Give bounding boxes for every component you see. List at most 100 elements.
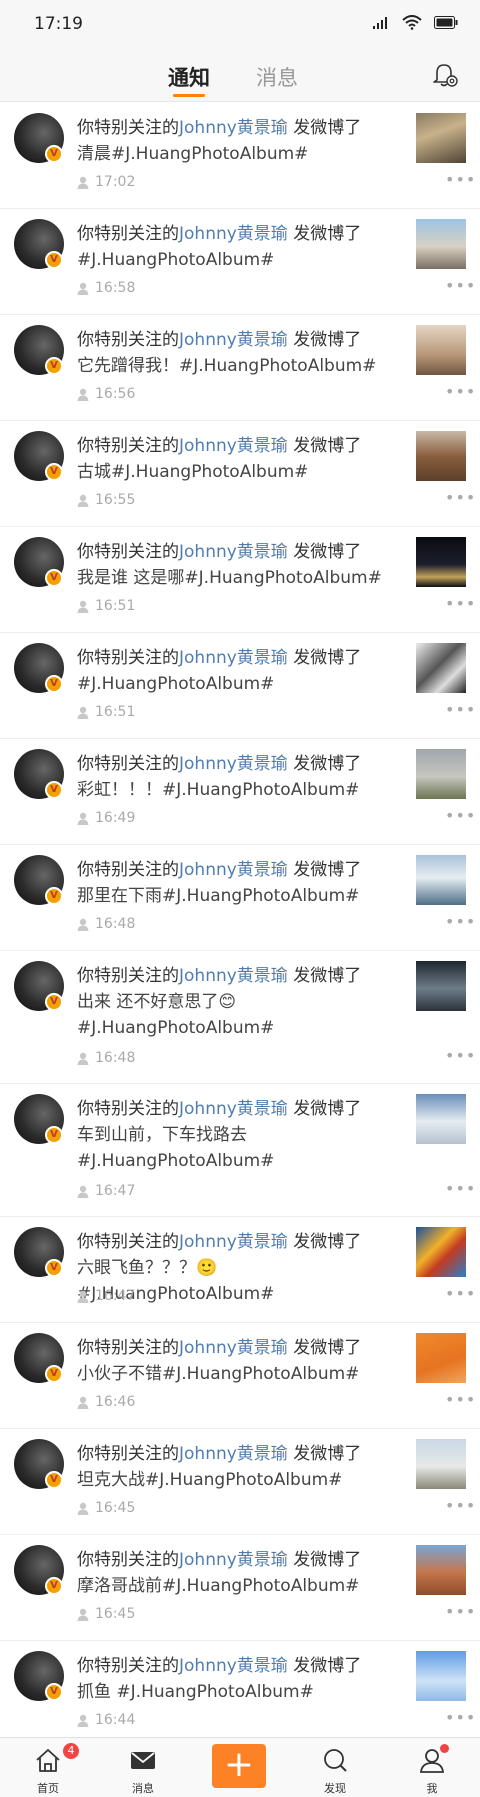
notification-suffix: 发微博了	[287, 542, 362, 562]
tab-discover[interactable]: 发现	[295, 1738, 375, 1797]
username-link[interactable]: Johnny黄景瑜	[179, 1232, 288, 1252]
post-text[interactable]: 小伙子不错#J.HuangPhotoAlbum#	[77, 1361, 382, 1387]
notification-item[interactable]: V 你特别关注的Johnny黄景瑜 发微博了 摩洛哥战前#J.HuangPhot…	[0, 1535, 480, 1641]
more-options-icon[interactable]: •••	[445, 912, 476, 931]
more-options-icon[interactable]: •••	[445, 1496, 476, 1515]
notification-item[interactable]: V 你特别关注的Johnny黄景瑜 发微博了 它先蹭得我！#J.HuangPho…	[0, 315, 480, 421]
username-link[interactable]: Johnny黄景瑜	[179, 966, 288, 986]
username-link[interactable]: Johnny黄景瑜	[179, 118, 288, 138]
username-link[interactable]: Johnny黄景瑜	[179, 436, 288, 456]
verified-badge-icon: V	[45, 463, 63, 481]
post-thumbnail[interactable]	[416, 961, 466, 1011]
more-options-icon[interactable]: •••	[445, 1284, 476, 1303]
notification-item[interactable]: V 你特别关注的Johnny黄景瑜 发微博了 坦克大战#J.HuangPhoto…	[0, 1429, 480, 1535]
post-text[interactable]: 清晨#J.HuangPhotoAlbum#	[77, 141, 382, 167]
more-options-icon[interactable]: •••	[445, 1708, 476, 1727]
post-thumbnail[interactable]	[416, 1333, 466, 1383]
post-text[interactable]: 抓鱼 #J.HuangPhotoAlbum#	[77, 1679, 382, 1705]
username-link[interactable]: Johnny黄景瑜	[179, 754, 288, 774]
post-text[interactable]: 那里在下雨#J.HuangPhotoAlbum#	[77, 883, 382, 909]
post-text[interactable]: #J.HuangPhotoAlbum#	[77, 671, 382, 697]
post-meta: 16:47	[77, 1288, 135, 1304]
notification-item[interactable]: V 你特别关注的Johnny黄景瑜 发微博了 彩虹！！！#J.HuangPhot…	[0, 739, 480, 845]
more-options-icon[interactable]: •••	[445, 1046, 476, 1065]
verified-badge-icon: V	[45, 1259, 63, 1277]
compose-button[interactable]: +	[212, 1744, 266, 1788]
post-meta: 16:55	[77, 492, 135, 508]
post-thumbnail[interactable]	[416, 855, 466, 905]
username-link[interactable]: Johnny黄景瑜	[179, 330, 288, 350]
username-link[interactable]: Johnny黄景瑜	[179, 1338, 288, 1358]
post-thumbnail[interactable]	[416, 1651, 466, 1701]
more-options-icon[interactable]: •••	[445, 700, 476, 719]
status-time: 17:19	[34, 14, 83, 34]
post-text[interactable]: 车到山前，下车找路去 #J.HuangPhotoAlbum#	[77, 1122, 382, 1174]
post-text[interactable]: 古城#J.HuangPhotoAlbum#	[77, 459, 382, 485]
post-text[interactable]: #J.HuangPhotoAlbum#	[77, 247, 382, 273]
tab-messages[interactable]: 消息	[256, 62, 298, 92]
more-options-icon[interactable]: •••	[445, 170, 476, 189]
more-options-icon[interactable]: •••	[445, 276, 476, 295]
post-thumbnail[interactable]	[416, 643, 466, 693]
username-link[interactable]: Johnny黄景瑜	[179, 542, 288, 562]
post-thumbnail[interactable]	[416, 113, 466, 163]
post-thumbnail[interactable]	[416, 431, 466, 481]
post-text[interactable]: 彩虹！！！#J.HuangPhotoAlbum#	[77, 777, 382, 803]
username-link[interactable]: Johnny黄景瑜	[179, 860, 288, 880]
post-time: 16:58	[95, 280, 136, 296]
username-link[interactable]: Johnny黄景瑜	[179, 224, 288, 244]
more-options-icon[interactable]: •••	[445, 488, 476, 507]
more-options-icon[interactable]: •••	[445, 594, 476, 613]
username-link[interactable]: Johnny黄景瑜	[179, 1444, 288, 1464]
tab-messages-label: 消息	[132, 1782, 154, 1795]
post-thumbnail[interactable]	[416, 219, 466, 269]
tab-notifications[interactable]: 通知	[168, 62, 210, 92]
notification-item[interactable]: V 你特别关注的Johnny黄景瑜 发微博了 抓鱼 #J.HuangPhotoA…	[0, 1641, 480, 1747]
notification-item[interactable]: V 你特别关注的Johnny黄景瑜 发微博了 车到山前，下车找路去 #J.Hua…	[0, 1084, 480, 1217]
more-options-icon[interactable]: •••	[445, 1179, 476, 1198]
notification-item[interactable]: V 你特别关注的Johnny黄景瑜 发微博了 那里在下雨#J.HuangPhot…	[0, 845, 480, 951]
me-red-dot	[440, 1744, 449, 1753]
post-text[interactable]: 摩洛哥战前#J.HuangPhotoAlbum#	[77, 1573, 382, 1599]
post-time: 16:46	[95, 1394, 136, 1410]
post-text[interactable]: 出来 还不好意思了😊 #J.HuangPhotoAlbum#	[77, 989, 382, 1041]
notification-item[interactable]: V 你特别关注的Johnny黄景瑜 发微博了 古城#J.HuangPhotoAl…	[0, 421, 480, 527]
post-time: 16:49	[95, 810, 136, 826]
verified-badge-icon: V	[45, 357, 63, 375]
notification-item[interactable]: V 你特别关注的Johnny黄景瑜 发微博了 小伙子不错#J.HuangPhot…	[0, 1323, 480, 1429]
more-options-icon[interactable]: •••	[445, 1390, 476, 1409]
post-time: 16:51	[95, 598, 136, 614]
post-text[interactable]: 我是谁 这是哪#J.HuangPhotoAlbum#	[77, 565, 382, 591]
post-text[interactable]: 它先蹭得我！#J.HuangPhotoAlbum#	[77, 353, 382, 379]
notification-item[interactable]: V 你特别关注的Johnny黄景瑜 发微博了 #J.HuangPhotoAlbu…	[0, 633, 480, 739]
post-thumbnail[interactable]	[416, 1094, 466, 1144]
tab-me-label: 我	[426, 1782, 438, 1795]
post-thumbnail[interactable]	[416, 749, 466, 799]
verified-badge-icon: V	[45, 569, 63, 587]
notification-prefix: 你特别关注的	[77, 542, 179, 562]
post-thumbnail[interactable]	[416, 1227, 466, 1277]
more-options-icon[interactable]: •••	[445, 382, 476, 401]
username-link[interactable]: Johnny黄景瑜	[179, 1656, 288, 1676]
username-link[interactable]: Johnny黄景瑜	[179, 648, 288, 668]
tab-home[interactable]: 4 首页	[8, 1738, 88, 1797]
post-thumbnail[interactable]	[416, 1545, 466, 1595]
post-thumbnail[interactable]	[416, 537, 466, 587]
more-options-icon[interactable]: •••	[445, 806, 476, 825]
notification-item[interactable]: V 你特别关注的Johnny黄景瑜 发微博了 我是谁 这是哪#J.HuangPh…	[0, 527, 480, 633]
home-badge: 4	[63, 1743, 79, 1759]
notification-item[interactable]: V 你特别关注的Johnny黄景瑜 发微博了 #J.HuangPhotoAlbu…	[0, 209, 480, 315]
post-text[interactable]: 坦克大战#J.HuangPhotoAlbum#	[77, 1467, 382, 1493]
username-link[interactable]: Johnny黄景瑜	[179, 1099, 288, 1119]
notification-item[interactable]: V 你特别关注的Johnny黄景瑜 发微博了 清晨#J.HuangPhotoAl…	[0, 103, 480, 209]
notification-item[interactable]: V 你特别关注的Johnny黄景瑜 发微博了 六眼飞鱼？？？🙂#J.HuangP…	[0, 1217, 480, 1323]
tab-me[interactable]: 我	[392, 1738, 472, 1797]
notification-suffix: 发微博了	[287, 224, 362, 244]
tab-messages-bottom[interactable]: 消息	[103, 1738, 183, 1797]
more-options-icon[interactable]: •••	[445, 1602, 476, 1621]
post-thumbnail[interactable]	[416, 1439, 466, 1489]
notification-item[interactable]: V 你特别关注的Johnny黄景瑜 发微博了 出来 还不好意思了😊 #J.Hua…	[0, 951, 480, 1084]
username-link[interactable]: Johnny黄景瑜	[179, 1550, 288, 1570]
post-thumbnail[interactable]	[416, 325, 466, 375]
notification-settings-icon[interactable]	[430, 60, 460, 90]
